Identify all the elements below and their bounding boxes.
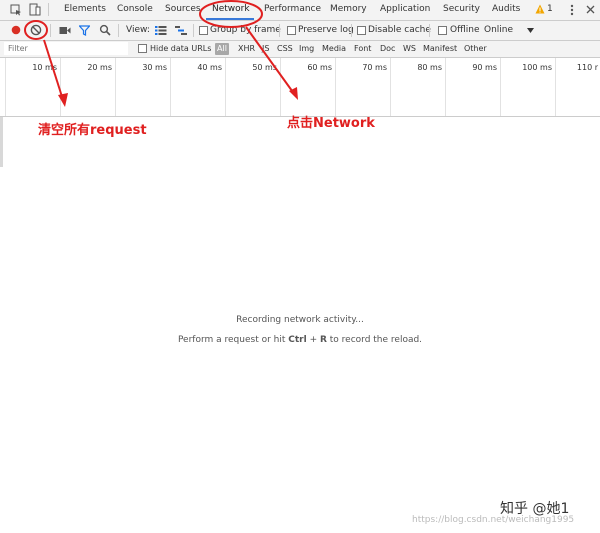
clear-arrow-head <box>58 93 68 107</box>
network-arrow-line <box>245 26 296 96</box>
clear-arrow-line <box>43 39 65 104</box>
network-annotation-label: 点击Network <box>287 116 375 131</box>
clear-annotation-label: 清空所有request <box>38 123 147 138</box>
clear-highlight-circle <box>24 20 48 40</box>
network-highlight-ellipse <box>199 0 263 28</box>
csdn-watermark: https://blog.csdn.net/weichang1995 <box>412 515 575 525</box>
annotation-overlay <box>24 0 298 107</box>
